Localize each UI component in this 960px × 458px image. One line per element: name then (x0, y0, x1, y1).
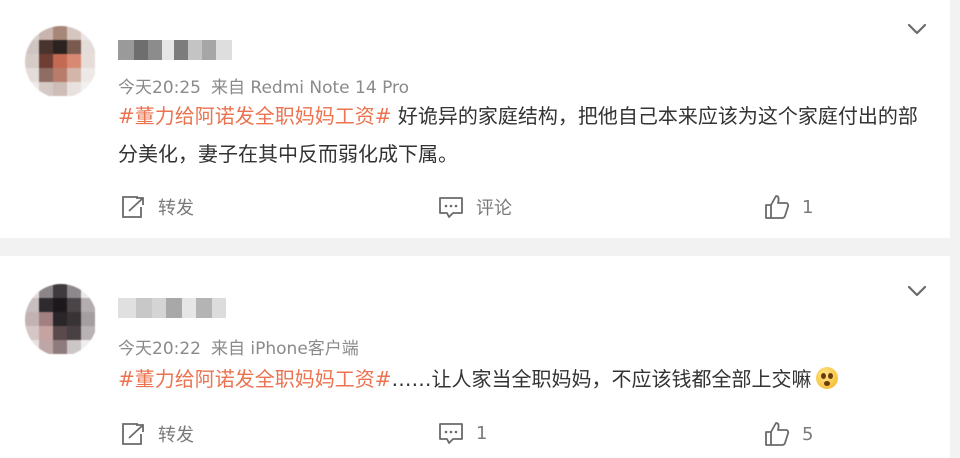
like-count: 1 (802, 196, 814, 218)
forward-label: 转发 (158, 425, 194, 446)
flushed-face-emoji (815, 367, 838, 389)
comment-card: 今天20:25 来自 Redmi Note 14 Pro #董力给阿诺发全职妈妈工… (0, 0, 950, 238)
forward-icon (122, 196, 144, 218)
avatar[interactable] (25, 26, 97, 98)
forward-label: 转发 (158, 198, 194, 219)
post-source: 来自 iPhone客户端 (211, 339, 359, 359)
forward-icon (122, 423, 144, 445)
timestamp: 今天20:22 (118, 339, 201, 359)
comment-body: ……让人家当全职妈妈，不应该钱都全部上交嘛 (391, 367, 812, 391)
chevron-down-icon[interactable] (906, 18, 928, 40)
post-source: 来自 Redmi Note 14 Pro (211, 78, 410, 98)
like-icon (765, 195, 790, 219)
chevron-down-icon[interactable] (906, 280, 928, 302)
like-button[interactable]: 1 (764, 194, 813, 220)
forward-button[interactable]: 转发 (120, 194, 194, 220)
forward-button[interactable]: 转发 (120, 421, 194, 447)
comment-count: 1 (476, 422, 488, 444)
comment-icon (439, 423, 463, 444)
comment-text: #董力给阿诺发全职妈妈工资#……让人家当全职妈妈，不应该钱都全部上交嘛 (118, 360, 930, 398)
comment-card: 今天20:22 来自 iPhone客户端 #董力给阿诺发全职妈妈工资#……让人家当… (0, 256, 950, 458)
timestamp: 今天20:25 (118, 78, 201, 98)
post-meta: 今天20:25 来自 Redmi Note 14 Pro (118, 73, 409, 98)
comment-icon (439, 197, 463, 218)
like-icon (765, 422, 790, 446)
comment-button[interactable]: 评论 (438, 194, 512, 220)
topic-link[interactable]: #董力给阿诺发全职妈妈工资# (118, 104, 392, 128)
post-meta: 今天20:22 来自 iPhone客户端 (118, 334, 359, 359)
comment-feed: 今天20:25 来自 Redmi Note 14 Pro #董力给阿诺发全职妈妈工… (0, 0, 960, 458)
username-redacted[interactable] (118, 40, 232, 60)
username-redacted[interactable] (118, 298, 226, 318)
comment-text: #董力给阿诺发全职妈妈工资# 好诡异的家庭结构，把他自己本来应该为这个家庭付出的… (118, 97, 930, 173)
like-count: 5 (802, 423, 814, 445)
comment-label: 评论 (476, 198, 512, 219)
comment-button[interactable]: 1 (438, 421, 487, 445)
avatar[interactable] (25, 284, 97, 356)
like-button[interactable]: 5 (764, 421, 813, 447)
topic-link[interactable]: #董力给阿诺发全职妈妈工资# (118, 367, 392, 391)
